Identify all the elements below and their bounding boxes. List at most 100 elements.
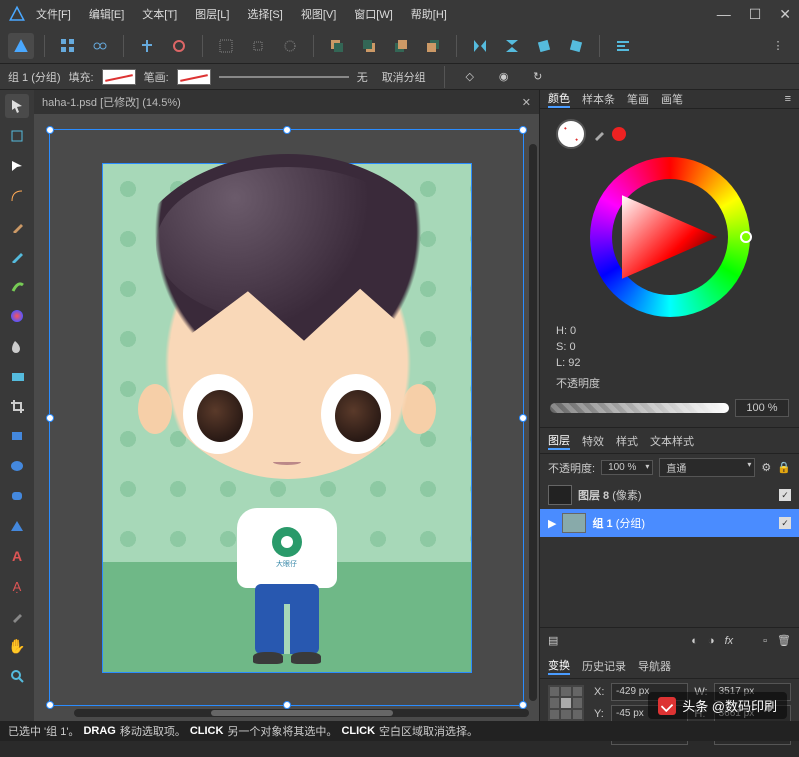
link-icon[interactable] (87, 33, 113, 59)
rounded-rect-tool[interactable] (5, 484, 29, 508)
selection-handle-nw[interactable] (46, 126, 54, 134)
canvas-scrollbar-horizontal[interactable] (74, 709, 529, 717)
menu-text[interactable]: 文本[T] (142, 6, 177, 22)
snap-grid-icon[interactable] (213, 33, 239, 59)
add-layer-icon[interactable]: ▫ (763, 635, 767, 647)
stroke-swatch[interactable] (177, 69, 211, 85)
selection-handle-sw[interactable] (46, 701, 54, 709)
rectangle-tool[interactable] (5, 424, 29, 448)
selection-handle-se[interactable] (519, 701, 527, 709)
fill-tool[interactable] (5, 304, 29, 328)
layer-item-group[interactable]: ▶ 组 1 (分组) ✓ (540, 509, 799, 537)
blend-mode-select[interactable]: 直通 (659, 458, 755, 477)
frame-text-tool[interactable]: Ạ (5, 574, 29, 598)
anchor-up-icon[interactable] (134, 33, 160, 59)
rotate-cw-icon[interactable] (563, 33, 589, 59)
pen-tool[interactable] (5, 214, 29, 238)
stroke-preview[interactable] (219, 76, 349, 78)
tab-swatches[interactable]: 样本条 (582, 91, 615, 107)
menu-layer[interactable]: 图层[L] (195, 6, 229, 22)
tab-text-styles[interactable]: 文本样式 (650, 433, 694, 449)
tab-transform[interactable]: 变换 (548, 657, 570, 675)
layer-settings-icon[interactable]: ⚙ (761, 461, 771, 474)
layer-visibility-checkbox[interactable]: ✓ (779, 517, 791, 529)
flip-v-icon[interactable] (499, 33, 525, 59)
ellipse-tool[interactable] (5, 454, 29, 478)
adjustment-icon[interactable]: ◑ (708, 635, 715, 647)
zoom-tool[interactable] (5, 664, 29, 688)
document-tab-close-icon[interactable]: ✕ (522, 96, 531, 109)
canvas[interactable]: 大眼仔 (34, 114, 539, 721)
color-wheel[interactable] (590, 157, 750, 317)
move-tool[interactable] (5, 94, 29, 118)
show-bounds-icon[interactable]: ◉ (491, 64, 517, 90)
more-icon[interactable]: ⋮ (765, 33, 791, 59)
place-image-tool[interactable] (5, 364, 29, 388)
fill-swatch[interactable] (102, 69, 136, 85)
cycles-icon[interactable]: ↻ (525, 64, 551, 90)
tab-stroke[interactable]: 笔画 (627, 91, 649, 107)
art-text-tool[interactable]: A (5, 544, 29, 568)
opacity-value[interactable]: 100 % (735, 399, 789, 417)
menu-file[interactable]: 文件[F] (36, 6, 71, 22)
layer-expand-icon[interactable]: ▶ (548, 517, 556, 530)
document-tab[interactable]: haha-1.psd [已修改] (14.5%) ✕ (34, 90, 539, 114)
lock-children-icon[interactable]: ◇ (457, 64, 483, 90)
brush-tool[interactable] (5, 274, 29, 298)
node-tool[interactable] (5, 154, 29, 178)
color-fill-swatch[interactable] (556, 119, 586, 149)
order-front-icon[interactable] (420, 33, 446, 59)
tab-layers[interactable]: 图层 (548, 432, 570, 450)
tab-styles[interactable]: 样式 (616, 433, 638, 449)
layer-visibility-checkbox[interactable]: ✓ (779, 489, 791, 501)
rotate-ccw-icon[interactable] (531, 33, 557, 59)
menu-edit[interactable]: 编辑[E] (89, 6, 124, 22)
selection-handle-e[interactable] (519, 414, 527, 422)
anchor-split-icon[interactable] (166, 33, 192, 59)
order-back-icon[interactable] (324, 33, 350, 59)
menu-view[interactable]: 视图[V] (301, 6, 336, 22)
menu-window[interactable]: 窗口[W] (354, 6, 393, 22)
maximize-button[interactable]: ☐ (749, 6, 762, 23)
crop-tool[interactable] (5, 394, 29, 418)
menu-select[interactable]: 选择[S] (247, 6, 282, 22)
layer-opacity-input[interactable]: 100 % (601, 460, 653, 475)
selection-handle-s[interactable] (283, 701, 291, 709)
layer-stack-icon[interactable]: ▤ (548, 634, 558, 647)
align-menu-icon[interactable] (610, 33, 636, 59)
tab-color[interactable]: 颜色 (548, 90, 570, 108)
color-triangle[interactable] (622, 195, 718, 279)
tab-history[interactable]: 历史记录 (582, 658, 626, 674)
snap-point-icon[interactable] (245, 33, 271, 59)
selection-handle-n[interactable] (283, 126, 291, 134)
artboard-tool[interactable] (5, 124, 29, 148)
arrange-icon[interactable] (55, 33, 81, 59)
tab-brushes[interactable]: 画笔 (661, 91, 683, 107)
eyedropper-icon[interactable] (592, 127, 606, 141)
triangle-tool[interactable] (5, 514, 29, 538)
transparency-tool[interactable] (5, 334, 29, 358)
transform-anchor-grid[interactable] (548, 685, 584, 721)
panel-menu-icon[interactable]: ≡ (785, 93, 791, 105)
layer-item-pixel[interactable]: 图层 8 (像素) ✓ (540, 481, 799, 509)
menu-help[interactable]: 帮助[H] (411, 6, 447, 22)
mask-icon[interactable]: ◐ (691, 635, 698, 647)
ungroup-button[interactable]: 取消分组 (376, 67, 432, 87)
flip-h-icon[interactable] (467, 33, 493, 59)
layer-lock-icon[interactable]: 🔒 (777, 461, 791, 474)
canvas-scrollbar-vertical[interactable] (529, 144, 537, 701)
fx-icon[interactable]: fx (725, 635, 734, 647)
delete-layer-icon[interactable]: 🗑 (777, 634, 791, 647)
minimize-button[interactable]: — (717, 6, 731, 23)
color-picker-tool[interactable] (5, 604, 29, 628)
corner-tool[interactable] (5, 184, 29, 208)
selection-handle-w[interactable] (46, 414, 54, 422)
tab-effects[interactable]: 特效 (582, 433, 604, 449)
snap-edge-icon[interactable] (277, 33, 303, 59)
opacity-slider[interactable] (550, 403, 729, 413)
selection-handle-ne[interactable] (519, 126, 527, 134)
order-forward-icon[interactable] (388, 33, 414, 59)
hue-handle[interactable] (740, 231, 752, 243)
hand-tool[interactable]: ✋ (5, 634, 29, 658)
tab-navigator[interactable]: 导航器 (638, 658, 671, 674)
